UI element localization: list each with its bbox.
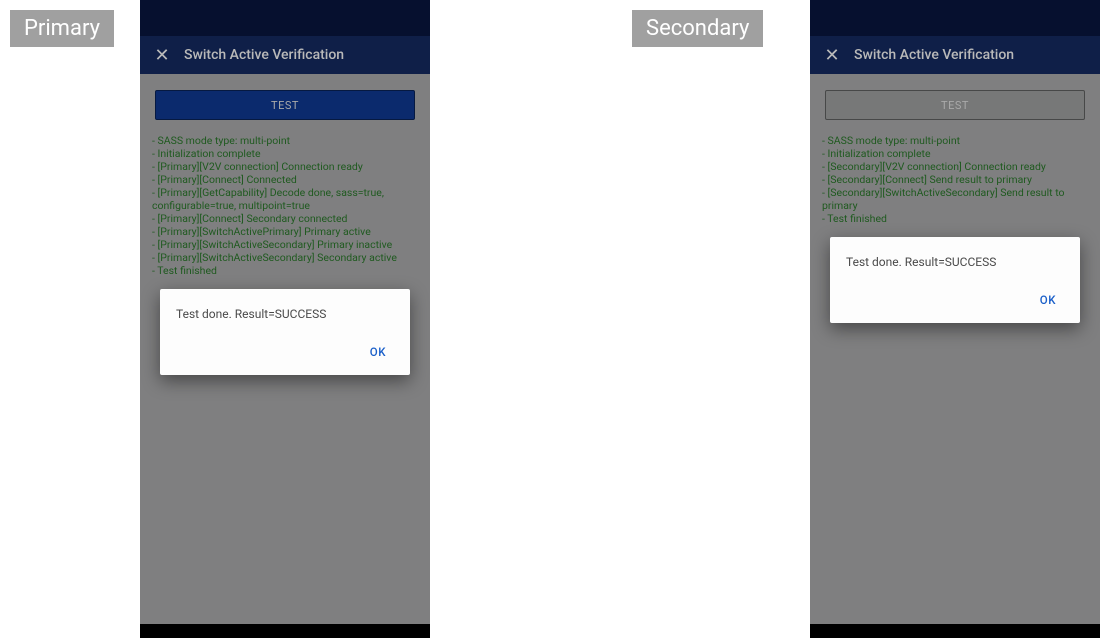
log-line: - SASS mode type: multi-point (822, 134, 1088, 147)
log-line: - Initialization complete (152, 147, 418, 160)
status-bar (140, 0, 430, 36)
ok-button[interactable]: OK (1032, 287, 1064, 313)
result-dialog: Test done. Result=SUCCESS OK (830, 237, 1080, 323)
log-line: - [Secondary][SwitchActiveSecondary] Sen… (822, 186, 1088, 212)
android-navbar (810, 624, 1100, 638)
log-line: - [Primary][SwitchActiveSecondary] Secon… (152, 251, 418, 264)
log-line: - Initialization complete (822, 147, 1088, 160)
content-area: TEST - SASS mode type: multi-point- Init… (140, 74, 430, 385)
log-line: - [Secondary][Connect] Send result to pr… (822, 173, 1088, 186)
content-area: TEST - SASS mode type: multi-point- Init… (810, 74, 1100, 333)
log-line: - Test finished (822, 212, 1088, 225)
dialog-message: Test done. Result=SUCCESS (176, 307, 394, 321)
log-line: - SASS mode type: multi-point (152, 134, 418, 147)
app-bar-title: Switch Active Verification (184, 47, 344, 63)
close-icon[interactable]: ✕ (818, 45, 846, 66)
test-button[interactable]: TEST (155, 90, 415, 120)
log-line: - [Primary][GetCapability] Decode done, … (152, 186, 418, 212)
test-button[interactable]: TEST (825, 90, 1085, 120)
log-line: - [Primary][Connect] Connected (152, 173, 418, 186)
log-output: - SASS mode type: multi-point- Initializ… (820, 134, 1090, 237)
log-line: - [Primary][Connect] Secondary connected (152, 212, 418, 225)
log-line: - [Primary][SwitchActivePrimary] Primary… (152, 225, 418, 238)
app-bar: ✕ Switch Active Verification (810, 36, 1100, 74)
phone-secondary: ✕ Switch Active Verification TEST - SASS… (810, 0, 1100, 638)
log-line: - [Primary][V2V connection] Connection r… (152, 160, 418, 173)
phone-primary: ✕ Switch Active Verification TEST - SASS… (140, 0, 430, 638)
status-bar (810, 0, 1100, 36)
app-bar: ✕ Switch Active Verification (140, 36, 430, 74)
log-line: - [Secondary][V2V connection] Connection… (822, 160, 1088, 173)
log-line: - Test finished (152, 264, 418, 277)
app-bar-title: Switch Active Verification (854, 47, 1014, 63)
ok-button[interactable]: OK (362, 339, 394, 365)
label-secondary: Secondary (632, 10, 763, 47)
log-line: - [Primary][SwitchActiveSecondary] Prima… (152, 238, 418, 251)
dialog-message: Test done. Result=SUCCESS (846, 255, 1064, 269)
android-navbar (140, 624, 430, 638)
label-primary: Primary (10, 10, 114, 47)
close-icon[interactable]: ✕ (148, 45, 176, 66)
result-dialog: Test done. Result=SUCCESS OK (160, 289, 410, 375)
log-output: - SASS mode type: multi-point- Initializ… (150, 134, 420, 289)
